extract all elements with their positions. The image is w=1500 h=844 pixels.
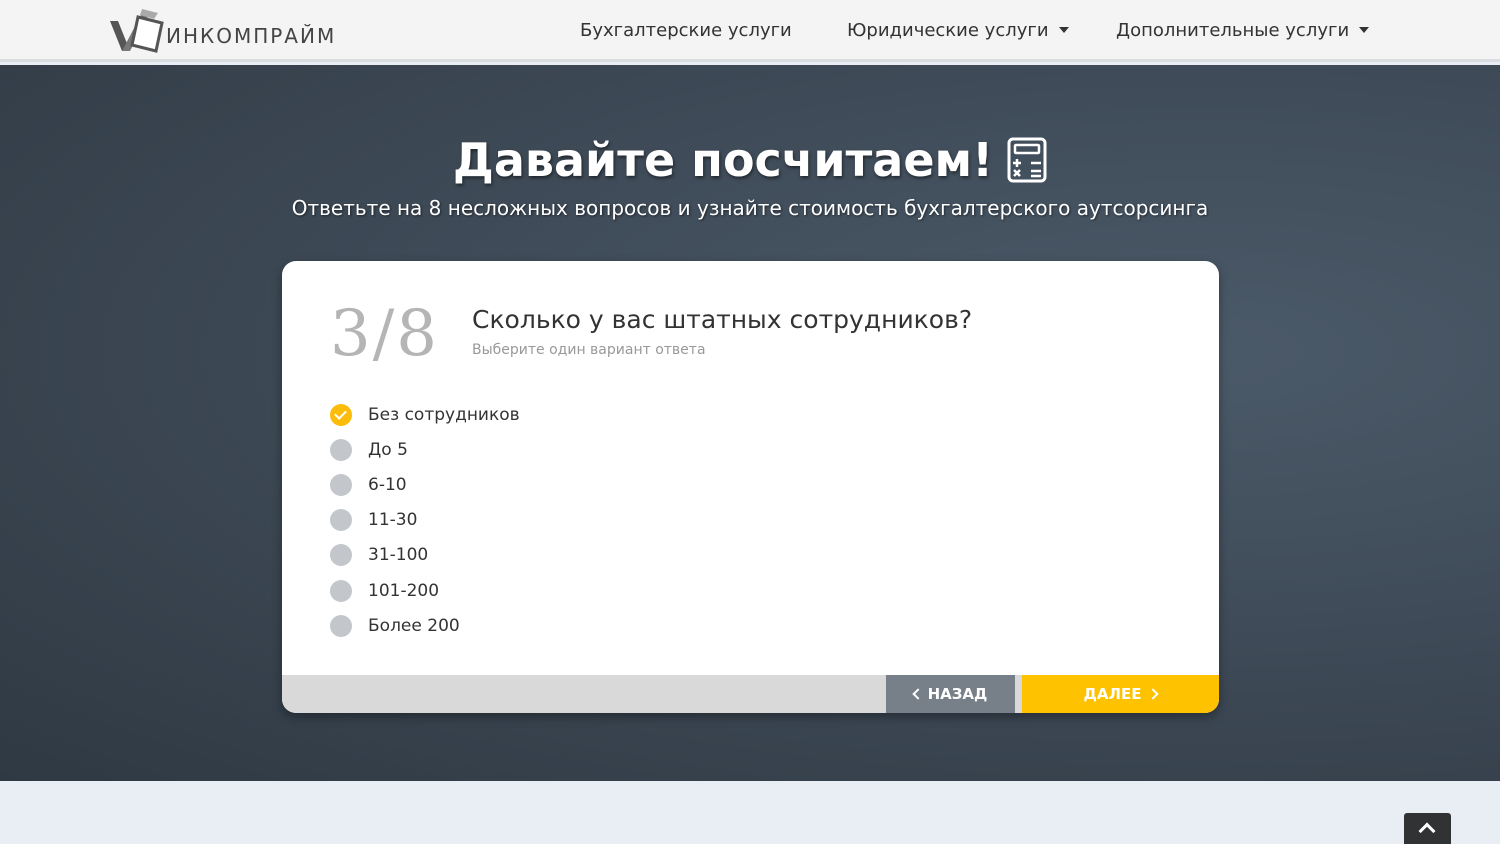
hero-title-row: Давайте посчитаем! bbox=[0, 133, 1500, 187]
caret-down-icon bbox=[1359, 27, 1370, 33]
option-label: Без сотрудников bbox=[368, 404, 520, 425]
back-button[interactable]: НАЗАД bbox=[886, 675, 1015, 713]
logo[interactable]: ИНКОМПРАЙМ bbox=[108, 6, 336, 56]
option-label: 101-200 bbox=[368, 580, 440, 601]
nav-accounting-services[interactable]: Бухгалтерские услуги bbox=[580, 0, 792, 60]
radio-checked-icon[interactable] bbox=[330, 403, 352, 426]
answer-options: Без сотрудников До 5 6-10 11-30 31-100 1… bbox=[330, 397, 520, 643]
calculator-icon bbox=[1007, 137, 1047, 183]
option-no-employees[interactable]: Без сотрудников bbox=[330, 397, 520, 432]
option-label: 11-30 bbox=[368, 510, 418, 531]
radio-icon[interactable] bbox=[330, 544, 352, 567]
chevron-up-icon bbox=[1418, 822, 1436, 840]
hero-subtitle: Ответьте на 8 несложных вопросов и узнай… bbox=[291, 196, 1209, 220]
caret-down-icon bbox=[1058, 27, 1069, 33]
nav-label: Бухгалтерские услуги bbox=[580, 19, 792, 41]
scroll-to-top-button[interactable] bbox=[1404, 813, 1451, 844]
nav-legal-services[interactable]: Юридические услуги bbox=[847, 0, 1069, 60]
option-label: 31-100 bbox=[368, 545, 429, 566]
option-label: До 5 bbox=[368, 439, 408, 460]
chevron-left-icon bbox=[911, 688, 924, 700]
site-header: ИНКОМПРАЙМ Бухгалтерские услуги Юридичес… bbox=[0, 0, 1500, 62]
option-up-to-5[interactable]: До 5 bbox=[330, 432, 520, 467]
next-label: ДАЛЕЕ bbox=[1083, 685, 1142, 703]
option-label: Более 200 bbox=[368, 615, 460, 636]
quiz-footer: НАЗАД ДАЛЕЕ bbox=[282, 675, 1219, 713]
option-more-200[interactable]: Более 200 bbox=[330, 608, 520, 643]
next-button[interactable]: ДАЛЕЕ bbox=[1022, 675, 1219, 713]
chevron-right-icon bbox=[1147, 688, 1160, 700]
option-label: 6-10 bbox=[368, 474, 407, 495]
logo-icon bbox=[110, 9, 164, 53]
nav-label: Юридические услуги bbox=[847, 19, 1049, 41]
step-counter: 3/8 bbox=[330, 297, 439, 371]
option-31-100[interactable]: 31-100 bbox=[330, 538, 520, 573]
radio-icon[interactable] bbox=[330, 509, 352, 532]
page-title: Давайте посчитаем! bbox=[452, 133, 994, 187]
logo-text: ИНКОМПРАЙМ bbox=[166, 24, 337, 48]
back-label: НАЗАД bbox=[927, 685, 988, 703]
nav-label: Дополнительные услуги bbox=[1116, 19, 1350, 41]
radio-icon[interactable] bbox=[330, 614, 352, 637]
quiz-card: 3/8 Сколько у вас штатных сотрудников? В… bbox=[282, 261, 1219, 713]
nav-additional-services[interactable]: Дополнительные услуги bbox=[1116, 0, 1370, 60]
question-hint: Выберите один вариант ответа bbox=[472, 342, 706, 358]
option-101-200[interactable]: 101-200 bbox=[330, 573, 520, 608]
radio-icon[interactable] bbox=[330, 438, 352, 461]
question-title: Сколько у вас штатных сотрудников? bbox=[472, 305, 973, 334]
radio-icon[interactable] bbox=[330, 579, 352, 602]
option-6-10[interactable]: 6-10 bbox=[330, 467, 520, 502]
option-11-30[interactable]: 11-30 bbox=[330, 503, 520, 538]
radio-icon[interactable] bbox=[330, 473, 352, 496]
hero-section: Давайте посчитаем! Ответьте на 8 несложн… bbox=[0, 65, 1500, 781]
